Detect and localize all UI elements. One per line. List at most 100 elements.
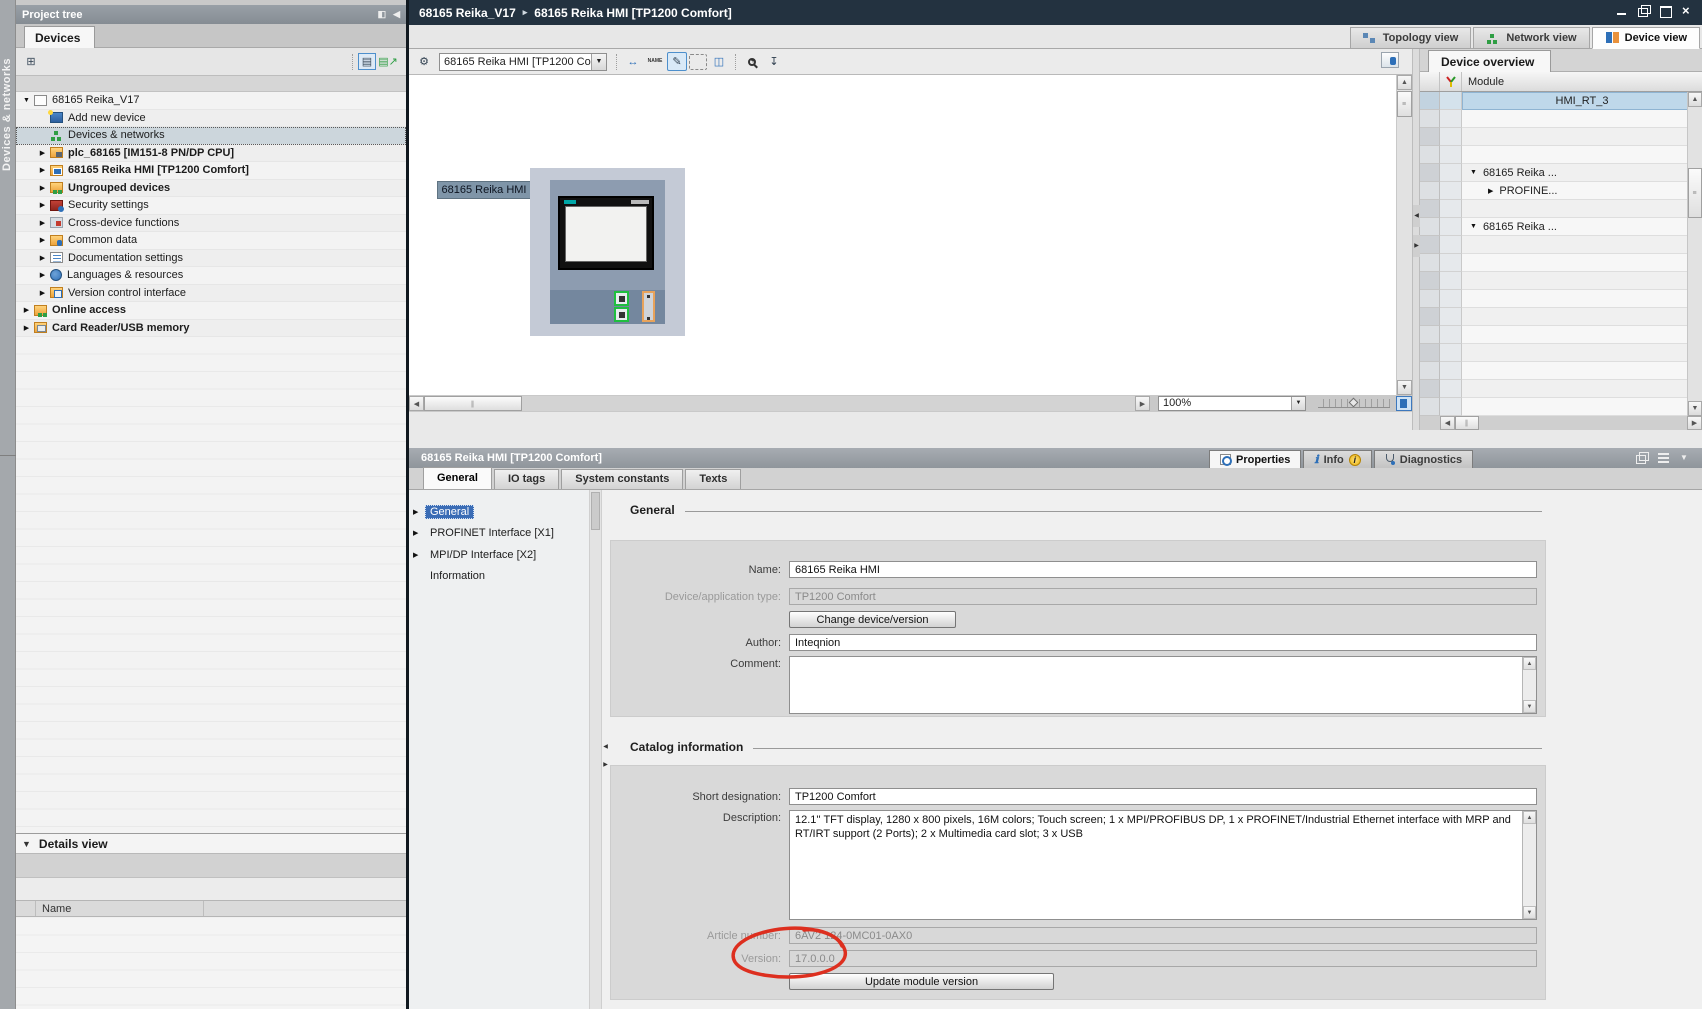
expand-overview-handle[interactable]: ▶ <box>1413 235 1420 257</box>
scroll-thumb[interactable]: ∥ <box>424 396 522 411</box>
overview-row-empty[interactable] <box>1420 344 1702 362</box>
tree-item-online-access[interactable]: ▶Online access <box>16 302 406 320</box>
collapse-panel-icon[interactable]: ▼ <box>1680 452 1692 464</box>
description-input[interactable]: 12.1'' TFT display, 1280 x 800 pixels, 1… <box>789 810 1537 920</box>
nav-splitter[interactable]: ◀ ▶ <box>602 738 609 798</box>
expander-closed-icon[interactable]: ▶ <box>36 271 49 279</box>
expander-closed-icon[interactable]: ▶ <box>36 236 49 244</box>
float-panel-icon[interactable] <box>1636 452 1648 464</box>
overview-splitter[interactable]: ◀ ▶ <box>1412 49 1420 430</box>
columns-icon[interactable]: ◧ <box>378 9 387 20</box>
overview-row-empty[interactable] <box>1420 380 1702 398</box>
canvas-horizontal-scrollbar[interactable]: ◀ ∥ ▶ 100% ▼ <box>409 395 1412 412</box>
overview-row-empty[interactable] <box>1420 254 1702 272</box>
overview-row-profine[interactable]: ▶PROFINE... <box>1420 182 1702 200</box>
tree-item-plc-68165-im151-8-pn-dp-cpu[interactable]: ▶plc_68165 [IM151-8 PN/DP CPU] <box>16 145 406 163</box>
measure-width-icon[interactable]: ↔ <box>623 52 643 71</box>
change-device-version-button[interactable]: Change device/version <box>789 611 956 628</box>
fit-to-window-icon[interactable] <box>1396 396 1412 411</box>
minimize-icon[interactable] <box>1616 5 1628 17</box>
expander-closed-icon[interactable]: ▶ <box>36 149 49 157</box>
tab-general[interactable]: General <box>423 467 492 489</box>
expander-closed-icon[interactable]: ▶ <box>1488 187 1493 195</box>
article-number-input[interactable] <box>789 927 1537 944</box>
nav-scrollbar[interactable] <box>589 490 602 1009</box>
tree-item-version-control-interface[interactable]: ▶Version control interface <box>16 285 406 303</box>
breadcrumb[interactable]: 68165 Reika_V17 ▸ 68165 Reika HMI [TP120… <box>419 6 732 20</box>
scroll-right-icon[interactable]: ▶ <box>1687 416 1702 430</box>
device-type-input[interactable] <box>789 588 1537 605</box>
overview-row-empty[interactable] <box>1420 200 1702 218</box>
overview-row-empty[interactable] <box>1420 128 1702 146</box>
scroll-up-icon[interactable]: ▲ <box>1523 811 1536 824</box>
expander-closed-icon[interactable]: ▶ <box>413 508 425 516</box>
overview-row-empty[interactable] <box>1420 110 1702 128</box>
overview-row-empty[interactable] <box>1420 398 1702 416</box>
expander-open-icon[interactable]: ▼ <box>1470 223 1477 230</box>
restore-icon[interactable] <box>1638 5 1650 17</box>
scroll-down-icon[interactable]: ▼ <box>1523 906 1536 919</box>
zoom-in-icon[interactable]: + <box>742 52 762 71</box>
tab-devices[interactable]: Devices <box>24 26 95 48</box>
snap-grid-icon[interactable] <box>689 54 707 70</box>
overview-row-68165-reika[interactable]: ▼68165 Reika ... <box>1420 218 1702 236</box>
expander-closed-icon[interactable]: ▶ <box>36 184 49 192</box>
tree-item-documentation-settings[interactable]: ▶Documentation settings <box>16 250 406 268</box>
module-column-header[interactable]: Module <box>1462 76 1702 88</box>
scroll-thumb[interactable]: ≡ <box>1397 91 1412 117</box>
scroll-right-icon[interactable]: ▶ <box>1135 396 1150 411</box>
scroll-track[interactable] <box>522 396 1135 411</box>
tab-info[interactable]: ℹInfoi <box>1303 450 1371 469</box>
comment-input[interactable]: ▲▼ <box>789 656 1537 714</box>
expander-closed-icon[interactable]: ▶ <box>36 289 49 297</box>
station-config-icon[interactable]: ⚙ <box>414 52 434 71</box>
overview-row-68165-reika[interactable]: ▼68165 Reika ... <box>1420 164 1702 182</box>
tab-diagnostics[interactable]: Diagnostics <box>1374 450 1473 469</box>
tree-item-card-reader-usb-memory[interactable]: ▶Card Reader/USB memory <box>16 320 406 338</box>
scroll-down-icon[interactable]: ▼ <box>1688 401 1702 416</box>
overview-row-empty[interactable] <box>1420 272 1702 290</box>
description-scroll[interactable]: ▲▼ <box>1522 811 1536 919</box>
tab-system-constants[interactable]: System constants <box>561 469 683 489</box>
tree-item-add-new-device[interactable]: Add new device <box>16 110 406 128</box>
rail-label-devices-networks[interactable]: Devices & networks <box>1 58 13 171</box>
tree-item-common-data[interactable]: ▶Common data <box>16 232 406 250</box>
overview-row-hmi-rt-3[interactable]: HMI_RT_3 <box>1420 92 1702 110</box>
tree-item-cross-device-functions[interactable]: ▶Cross-device functions <box>16 215 406 233</box>
details-view-name-column[interactable]: Name <box>36 901 204 916</box>
hmi-device-label[interactable]: 68165 Reika HMI <box>437 181 531 199</box>
highlight-io-icon[interactable]: ✎ <box>667 52 687 71</box>
tree-item-security-settings[interactable]: ▶Security settings <box>16 197 406 215</box>
list-view-toggle-icon[interactable]: ▤ <box>358 53 376 70</box>
expand-tree-icon[interactable]: ▤↗ <box>379 53 397 70</box>
short-designation-input[interactable] <box>789 788 1537 805</box>
tab-io-tags[interactable]: IO tags <box>494 469 559 489</box>
tab-device-view[interactable]: Device view <box>1592 27 1700 49</box>
name-input[interactable] <box>789 561 1537 578</box>
tab-topology-view[interactable]: Topology view <box>1350 27 1472 49</box>
hmi-device-image[interactable] <box>530 168 685 336</box>
scroll-up-icon[interactable]: ▲ <box>1688 92 1702 107</box>
scroll-left-icon[interactable]: ◀ <box>409 396 424 411</box>
tab-texts[interactable]: Texts <box>685 469 741 489</box>
overview-row-empty[interactable] <box>1420 326 1702 344</box>
scroll-thumb[interactable] <box>591 492 600 530</box>
overview-row-empty[interactable] <box>1420 236 1702 254</box>
tab-device-overview[interactable]: Device overview <box>1428 50 1551 72</box>
show-names-icon[interactable]: NAME <box>645 52 665 71</box>
scroll-down-icon[interactable]: ▼ <box>1523 700 1536 713</box>
expander-closed-icon[interactable]: ▶ <box>36 201 49 209</box>
tree-item-68165-reika-hmi-tp1200-comfort[interactable]: ▶68165 Reika HMI [TP1200 Comfort] <box>16 162 406 180</box>
collapse-panel-icon[interactable]: ◀ <box>393 9 400 20</box>
tree-item-languages-resources[interactable]: ▶Languages & resources <box>16 267 406 285</box>
tree-item-68165-reika-v17[interactable]: ▼68165 Reika_V17 <box>16 92 406 110</box>
scroll-up-icon[interactable]: ▲ <box>1397 75 1412 90</box>
overview-row-empty[interactable] <box>1420 146 1702 164</box>
scroll-left-icon[interactable]: ◀ <box>1440 416 1455 430</box>
scroll-thumb[interactable]: ≡ <box>1688 168 1702 218</box>
close-icon[interactable]: × <box>1682 5 1694 17</box>
maximize-icon[interactable] <box>1660 5 1672 17</box>
update-module-version-button[interactable]: Update module version <box>789 973 1054 990</box>
table-edit-icon[interactable]: ⊞ <box>22 53 40 70</box>
split-editor-icon[interactable]: ◫ <box>709 52 729 71</box>
